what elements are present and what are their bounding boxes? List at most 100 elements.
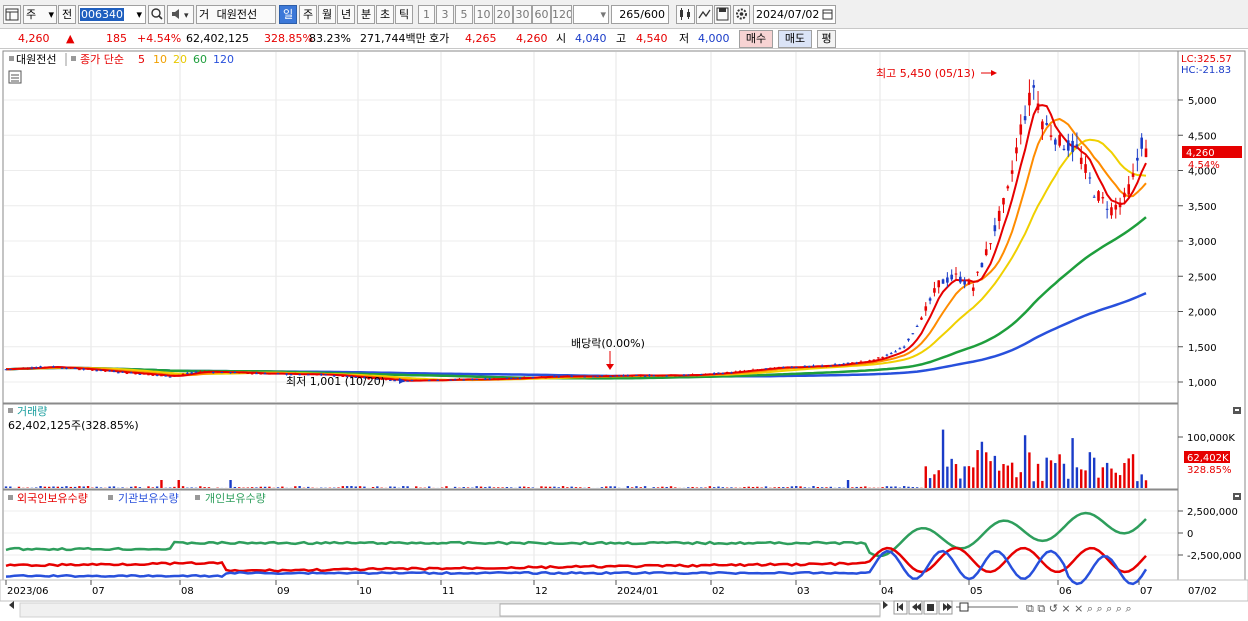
price-pane[interactable] — [2, 50, 1179, 404]
tab-minute[interactable]: 분 — [357, 5, 375, 24]
sell-button[interactable]: 매도 — [778, 30, 812, 48]
interval-1[interactable]: 1 — [418, 5, 435, 24]
legend-institution: 기관보유수량 — [118, 492, 179, 505]
prev-page-icon[interactable] — [908, 600, 923, 615]
volume-bar — [1097, 477, 1100, 488]
candle-body — [1041, 121, 1044, 130]
stock-chart[interactable]: 5,0004,5004,0003,5003,0002,5002,0001,500… — [0, 49, 1248, 621]
volume-bar — [453, 486, 457, 488]
candle-body — [846, 362, 850, 364]
scroll-right-icon[interactable] — [883, 601, 888, 609]
candle-settings-icon[interactable] — [676, 5, 695, 24]
interval-60[interactable]: 60 — [532, 5, 551, 24]
candle-body — [445, 379, 448, 381]
search-icon[interactable] — [148, 5, 165, 24]
period-select[interactable]: 주 ▾ — [23, 5, 57, 24]
tab-tick[interactable]: 틱 — [395, 5, 413, 24]
zoom-slider[interactable] — [956, 602, 1018, 612]
candle-body — [276, 373, 280, 375]
volume-pane[interactable] — [2, 403, 1179, 490]
volume-title: 거래량 — [17, 405, 47, 418]
first-page-icon[interactable] — [893, 600, 908, 615]
candle-body — [134, 373, 137, 375]
prev-button[interactable]: 전 — [58, 5, 76, 24]
legend-ma10: 10 — [153, 53, 167, 66]
tab-day[interactable]: 일 — [279, 5, 297, 24]
volume-bar — [466, 487, 470, 488]
candle-body — [522, 377, 526, 379]
candle-body — [1045, 123, 1048, 125]
save-icon[interactable] — [714, 5, 731, 24]
candle-body — [52, 366, 55, 368]
legend-ma60: 60 — [193, 53, 207, 66]
candle-body — [535, 376, 539, 378]
scroll-left-icon[interactable] — [9, 601, 14, 609]
candle-body — [639, 375, 643, 377]
candle-body — [220, 372, 224, 374]
candle-body — [876, 357, 880, 359]
volume-value-text: 62,402,125주(328.85%) — [8, 419, 139, 432]
speaker-icon[interactable]: ▾ — [167, 5, 194, 24]
candle-body — [1097, 191, 1100, 201]
volume-bar — [43, 486, 47, 488]
gear-icon[interactable] — [733, 5, 750, 24]
interval-10[interactable]: 10 — [474, 5, 493, 24]
tab-week[interactable]: 주 — [299, 5, 317, 24]
volume-bar — [527, 487, 530, 488]
candle-body — [881, 356, 884, 358]
candle-body — [69, 367, 73, 369]
zoom-tools-icon[interactable]: ⧉ ⧉ ↺ ⨯ ⨯ ⌕ ⌕ ⌕ ⌕ ⌕ — [1026, 602, 1132, 615]
volume-bar — [363, 486, 366, 488]
interval-custom-select[interactable]: ▾ — [573, 5, 609, 24]
volume-bar — [69, 486, 72, 488]
candle-body — [833, 364, 837, 366]
volume-bar — [151, 487, 155, 488]
maximize-icon[interactable] — [1233, 407, 1241, 414]
volume-bar — [268, 486, 271, 488]
volume-bar — [1015, 477, 1018, 488]
grid-toggle-icon[interactable] — [8, 70, 22, 84]
interval-3[interactable]: 3 — [436, 5, 454, 24]
dividend-annotation: 배당락(0.00%) — [571, 337, 645, 350]
open-price: 4,040 — [575, 32, 607, 45]
buy-button[interactable]: 매수 — [739, 30, 773, 48]
data-count-input[interactable]: 265/600 — [611, 5, 669, 24]
candle-body — [505, 377, 509, 379]
stock-code-input[interactable]: 006340 ▾ — [78, 5, 146, 24]
volume-bar — [531, 487, 535, 488]
holding-tick-label: -2,500,000 — [1187, 551, 1242, 562]
x-tick-label: 11 — [442, 586, 455, 597]
interval-5[interactable]: 5 — [455, 5, 473, 24]
calendar-icon[interactable] — [822, 7, 833, 23]
tab-year[interactable]: 년 — [337, 5, 355, 24]
tab-month[interactable]: 월 — [318, 5, 336, 24]
eval-button[interactable]: 평 — [817, 30, 836, 48]
candle-body — [911, 333, 915, 335]
volume-bar — [73, 486, 77, 488]
volume-bar — [1092, 457, 1096, 488]
scrollbar-thumb[interactable] — [499, 603, 881, 617]
stock-name-field[interactable]: 거 대원전선 — [196, 5, 276, 24]
candle-body — [587, 376, 591, 378]
candle-body — [794, 367, 798, 369]
svg-text:⧉ ⧉ ↺ ⨯ ⨯ ⌕ ⌕ ⌕ ⌕ ⌕: ⧉ ⧉ ↺ ⨯ ⨯ ⌕ ⌕ ⌕ ⌕ ⌕ — [1026, 602, 1132, 615]
candle-body — [121, 371, 124, 373]
stop-icon[interactable] — [923, 600, 938, 615]
tab-second[interactable]: 초 — [376, 5, 394, 24]
volume-bar — [121, 487, 124, 488]
trend-line-icon[interactable] — [696, 5, 713, 24]
interval-30[interactable]: 30 — [513, 5, 532, 24]
volume-bar — [1088, 452, 1092, 488]
candle-body — [1140, 137, 1143, 149]
chart-type-icon[interactable] — [3, 5, 21, 24]
candle-body — [613, 375, 617, 377]
candle-body — [609, 375, 612, 377]
volume-bar — [484, 487, 487, 488]
next-page-icon[interactable] — [938, 600, 953, 615]
interval-20[interactable]: 20 — [494, 5, 513, 24]
interval-120[interactable]: 120 — [551, 5, 572, 24]
volume-bar — [1049, 460, 1053, 488]
candle-body — [211, 372, 215, 374]
maximize-icon[interactable] — [1233, 493, 1241, 500]
date-input[interactable]: 2024/07/02 — [753, 5, 836, 24]
